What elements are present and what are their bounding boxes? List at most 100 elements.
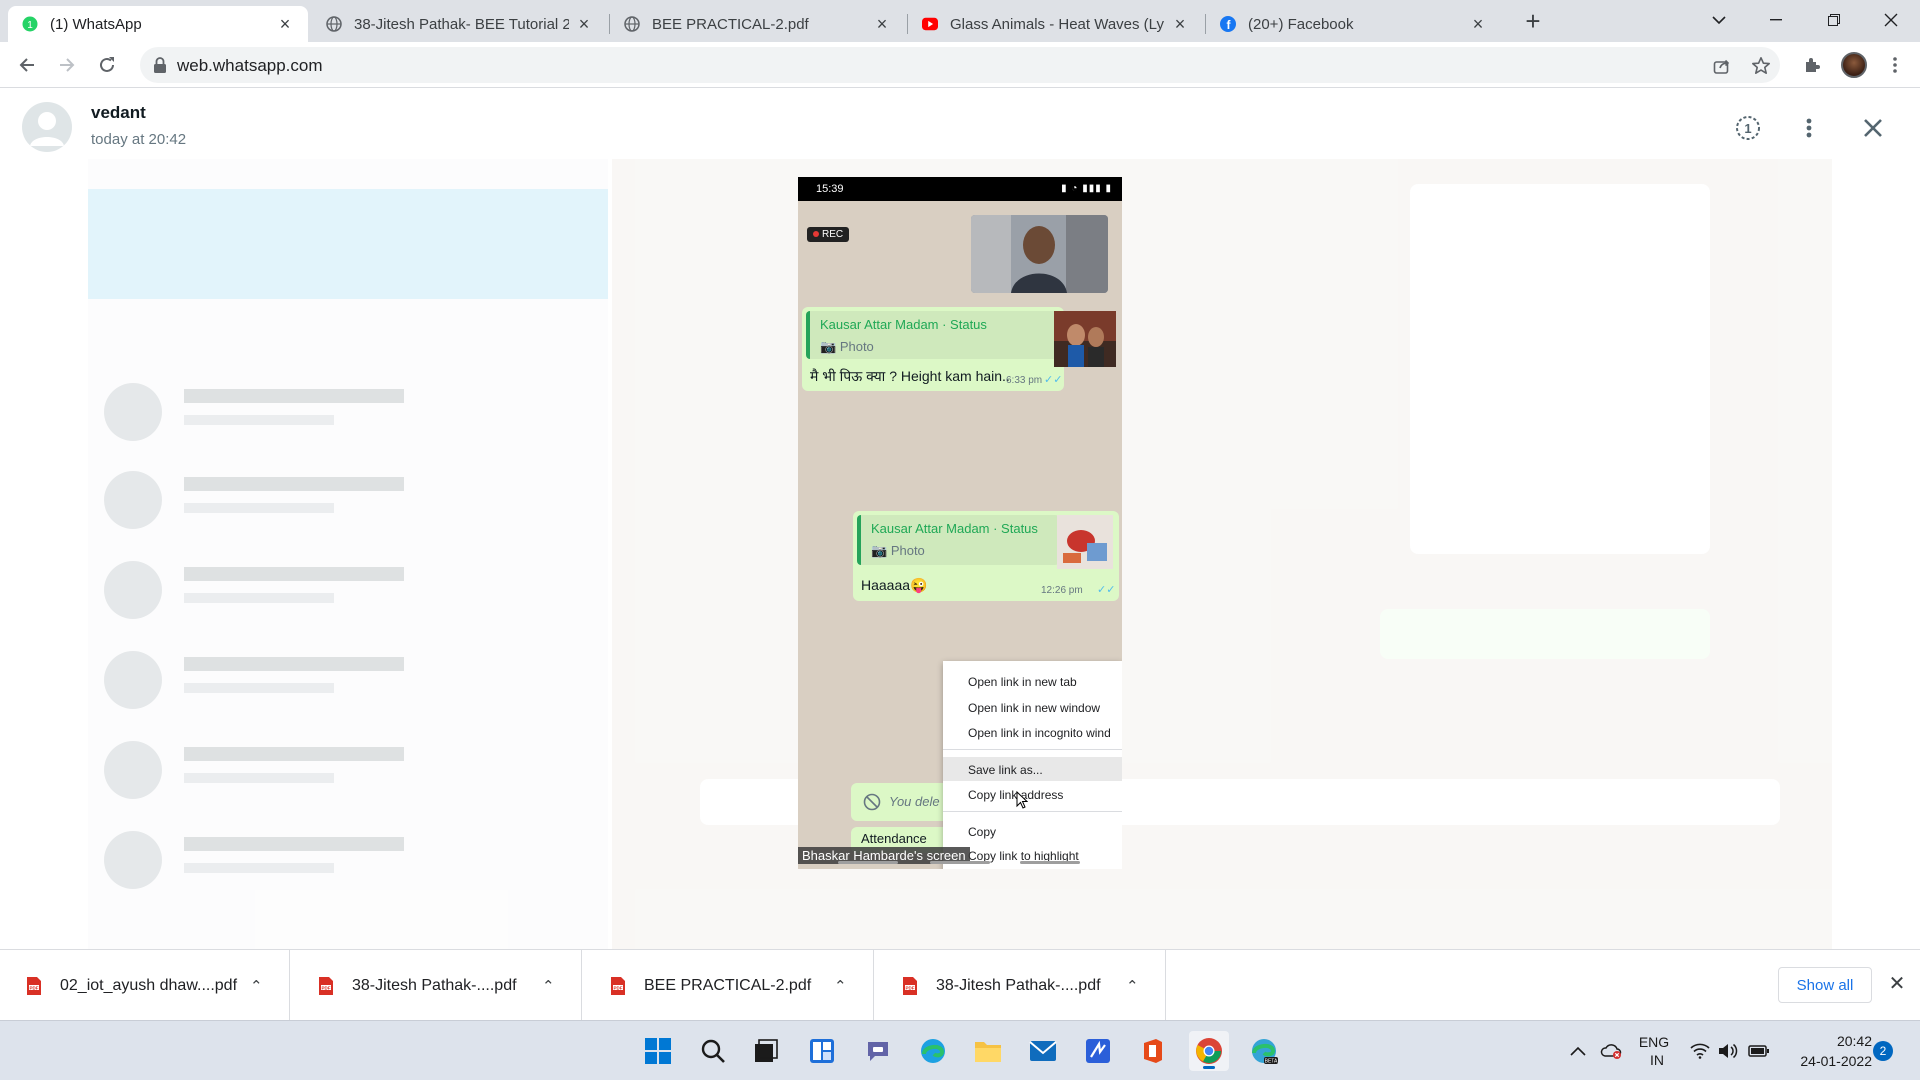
pdf-icon: PDF: [903, 976, 917, 995]
message-bubble[interactable]: Kausar Attar Madam · Status 📷 Photo मै भ…: [802, 307, 1064, 391]
language-indicator[interactable]: ENG IN: [1636, 1021, 1672, 1080]
quoted-status[interactable]: Kausar Attar Madam · Status 📷 Photo: [857, 515, 1059, 565]
close-downloads-icon[interactable]: ✕: [1885, 972, 1909, 996]
menu-divider: [943, 749, 1122, 750]
extensions-icon[interactable]: [1797, 50, 1827, 80]
download-item[interactable]: PDF 38-Jitesh Pathak-....pdf ⌃: [876, 950, 1166, 1021]
double-check-icon: ✓✓: [1044, 374, 1063, 386]
chrome-menu-icon[interactable]: [1880, 50, 1910, 80]
tab-search-button[interactable]: [1694, 0, 1744, 40]
media-viewer: vedant today at 20:42 1 15:39 ▮ ◔ ▮▮▮ ▮ …: [0, 89, 1920, 949]
chevron-up-icon[interactable]: ⌃: [1126, 977, 1139, 995]
chevron-up-icon[interactable]: ⌃: [834, 977, 847, 995]
forward-button[interactable]: [52, 50, 82, 80]
tab-bee-practical[interactable]: BEE PRACTICAL-2.pdf ×: [610, 6, 905, 42]
close-tab-icon[interactable]: ×: [276, 15, 294, 33]
clock-time: 20:42: [1836, 1033, 1872, 1049]
facebook-icon: f: [1220, 16, 1236, 32]
download-item[interactable]: PDF 38-Jitesh Pathak-....pdf ⌃: [292, 950, 582, 1021]
tab-title: (20+) Facebook: [1248, 15, 1354, 33]
whiteboard-icon[interactable]: [1078, 1031, 1118, 1071]
svg-text:PDF: PDF: [322, 985, 331, 990]
edge-beta-icon[interactable]: BETA: [1244, 1031, 1284, 1071]
whatsapp-icon: 1: [22, 16, 38, 32]
menu-item-open-new-window: Open link in new window: [968, 701, 1101, 715]
avatar[interactable]: [22, 102, 72, 152]
close-window-button[interactable]: [1866, 0, 1916, 40]
chevron-up-icon[interactable]: ⌃: [542, 977, 555, 995]
nav-pill: [930, 861, 990, 864]
view-once-icon[interactable]: 1: [1733, 113, 1763, 143]
show-hidden-icons[interactable]: [1570, 1021, 1586, 1080]
active-indicator: [1203, 1066, 1215, 1069]
reload-button[interactable]: [92, 50, 122, 80]
tab-facebook[interactable]: f (20+) Facebook ×: [1206, 6, 1501, 42]
download-filename: 38-Jitesh Pathak-....pdf: [352, 976, 517, 994]
chevron-up-icon[interactable]: ⌃: [250, 977, 263, 995]
message-time: 12:26 pm: [1041, 585, 1083, 596]
deleted-icon: [863, 793, 881, 811]
profile-avatar[interactable]: [1841, 52, 1867, 78]
message-timestamp: today at 20:42: [91, 131, 187, 148]
menu-dots-icon[interactable]: [1794, 113, 1824, 143]
status-thumbnail: [1054, 311, 1116, 367]
rec-label: REC: [822, 229, 844, 240]
quoted-type: 📷 Photo: [871, 543, 925, 558]
battery-icon[interactable]: [1748, 1021, 1770, 1080]
volume-icon[interactable]: [1718, 1021, 1738, 1080]
close-viewer-icon[interactable]: [1858, 113, 1888, 143]
pdf-icon: PDF: [319, 976, 333, 995]
close-tab-icon[interactable]: ×: [873, 15, 891, 33]
share-icon[interactable]: [1711, 55, 1733, 77]
office-icon[interactable]: [1133, 1031, 1173, 1071]
tab-strip: 1 (1) WhatsApp × 38-Jitesh Pathak- BEE T…: [0, 0, 1920, 42]
download-filename: 38-Jitesh Pathak-....pdf: [936, 976, 1101, 994]
close-tab-icon[interactable]: ×: [575, 15, 593, 33]
quoted-status[interactable]: Kausar Attar Madam · Status 📷 Photo: [806, 311, 1060, 359]
restore-button[interactable]: [1809, 0, 1859, 40]
back-button[interactable]: [12, 50, 42, 80]
bookmark-star-icon[interactable]: [1750, 55, 1772, 77]
file-explorer-icon[interactable]: [968, 1031, 1008, 1071]
quoted-type: 📷 Photo: [820, 339, 874, 354]
svg-text:PDF: PDF: [614, 985, 623, 990]
wifi-icon[interactable]: [1690, 1021, 1710, 1080]
start-button[interactable]: [638, 1031, 678, 1071]
new-tab-button[interactable]: +: [1519, 8, 1547, 36]
clock[interactable]: 20:42 24-01-2022: [1790, 1031, 1872, 1071]
search-icon[interactable]: [693, 1031, 733, 1071]
minimize-button[interactable]: [1751, 0, 1801, 40]
message-text: मै भी पिऊ क्या ? Height kam hain..: [810, 368, 1010, 384]
menu-item-copy: Copy: [968, 825, 997, 839]
tab-title: BEE PRACTICAL-2.pdf: [652, 15, 809, 33]
notification-badge[interactable]: 2: [1873, 1041, 1893, 1061]
nav-pill: [1020, 861, 1080, 864]
mail-icon[interactable]: [1023, 1031, 1063, 1071]
address-bar[interactable]: web.whatsapp.com: [140, 47, 1780, 83]
camera-icon: 📷: [820, 339, 840, 354]
download-item[interactable]: PDF 02_iot_ayush dhaw....pdf ⌃: [0, 950, 290, 1021]
region-code: IN: [1650, 1052, 1664, 1068]
tab-whatsapp[interactable]: 1 (1) WhatsApp ×: [8, 6, 308, 42]
lock-icon[interactable]: [153, 57, 167, 73]
status-thumbnail: [1057, 515, 1113, 569]
pdf-icon: PDF: [27, 976, 41, 995]
menu-divider: [943, 811, 1122, 812]
task-view-icon[interactable]: [746, 1031, 786, 1071]
show-all-button[interactable]: Show all: [1778, 967, 1872, 1003]
onedrive-offline-icon[interactable]: [1600, 1021, 1622, 1080]
close-tab-icon[interactable]: ×: [1469, 15, 1487, 33]
svg-text:PDF: PDF: [906, 985, 915, 990]
tab-bee-tutorial[interactable]: 38-Jitesh Pathak- BEE Tutorial 2 ( ×: [312, 6, 607, 42]
chrome-taskbar-icon[interactable]: [1189, 1031, 1229, 1071]
mouse-cursor-icon: [1016, 790, 1029, 814]
edge-icon[interactable]: [913, 1031, 953, 1071]
widgets-icon[interactable]: [802, 1031, 842, 1071]
download-item[interactable]: PDF BEE PRACTICAL-2.pdf ⌃: [584, 950, 874, 1021]
download-filename: BEE PRACTICAL-2.pdf: [644, 976, 812, 994]
teams-chat-icon[interactable]: [858, 1031, 898, 1071]
tab-heat-waves[interactable]: Glass Animals - Heat Waves (Lyric ×: [908, 6, 1203, 42]
close-tab-icon[interactable]: ×: [1171, 15, 1189, 33]
svg-text:1: 1: [27, 20, 33, 31]
menu-item-save-link: Save link as...: [968, 763, 1043, 777]
